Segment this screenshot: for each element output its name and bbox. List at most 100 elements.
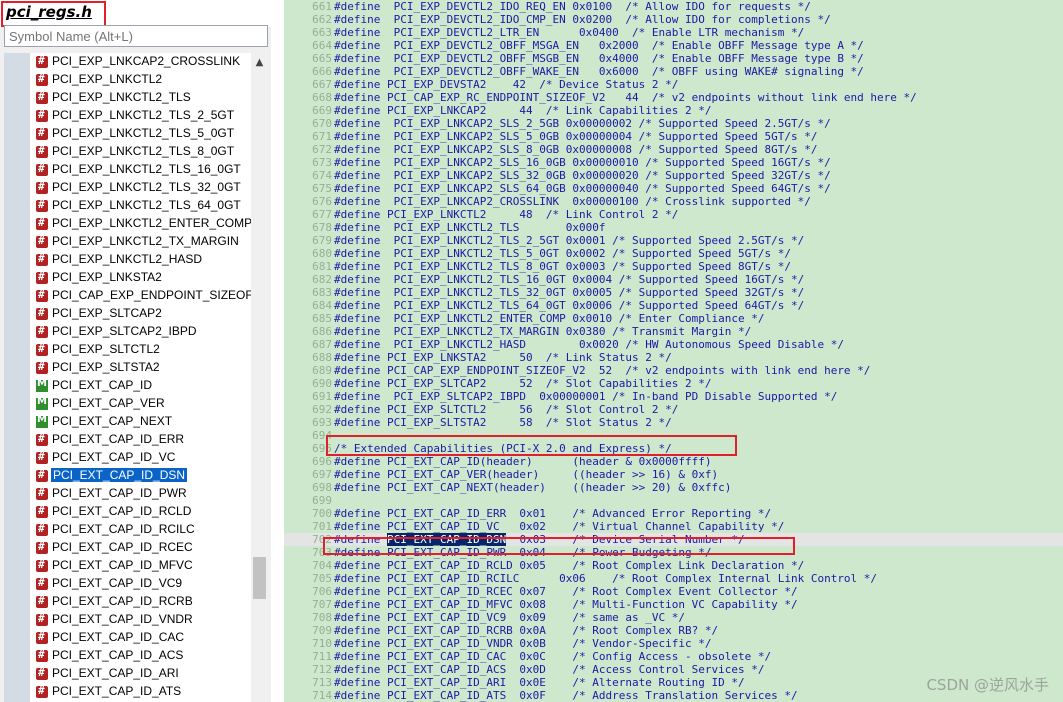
code-line[interactable]: 667 #define PCI_EXP_DEVSTA2 42 /* Device …: [284, 78, 1063, 91]
code-line[interactable]: 686 #define PCI_EXP_LNKCTL2_TX_MARGIN 0x0…: [284, 325, 1063, 338]
symbol-item[interactable]: PCI_EXT_CAP_ID_RCRB: [30, 593, 251, 611]
code-line[interactable]: 681 #define PCI_EXP_LNKCTL2_TLS_8_0GT 0x0…: [284, 260, 1063, 273]
line-number: 678: [312, 221, 332, 234]
define-icon: [36, 342, 48, 356]
code-line[interactable]: 668 #define PCI_CAP_EXP_RC_ENDPOINT_SIZEO…: [284, 91, 1063, 104]
code-line[interactable]: 661 #define PCI_EXP_DEVCTL2_IDO_REQ_EN 0x…: [284, 0, 1063, 13]
code-line[interactable]: 666 #define PCI_EXP_DEVCTL2_OBFF_WAKE_EN …: [284, 65, 1063, 78]
symbol-item[interactable]: PCI_EXT_CAP_ID_ATS: [30, 683, 251, 701]
code-line[interactable]: 688 #define PCI_EXP_LNKSTA2 50 /* Link St…: [284, 351, 1063, 364]
code-line[interactable]: 664 #define PCI_EXP_DEVCTL2_OBFF_MSGA_EN …: [284, 39, 1063, 52]
code-line[interactable]: 710 #define PCI_EXT_CAP_ID_VNDR 0x0B /* V…: [284, 637, 1063, 650]
code-editor[interactable]: 661 #define PCI_EXP_DEVCTL2_IDO_REQ_EN 0x…: [284, 0, 1063, 702]
symbol-item[interactable]: PCI_EXT_CAP_ID_RCILC: [30, 521, 251, 539]
code-line[interactable]: 696 #define PCI_EXT_CAP_ID(header) (heade…: [284, 455, 1063, 468]
symbol-item[interactable]: PCI_EXP_SLTCTL2: [30, 341, 251, 359]
symbol-item[interactable]: PCI_EXP_LNKCTL2_HASD: [30, 251, 251, 269]
code-line[interactable]: 672 #define PCI_EXP_LNKCAP2_SLS_8_0GB 0x0…: [284, 143, 1063, 156]
symbol-item[interactable]: PCI_EXP_LNKCTL2_TLS_16_0GT: [30, 161, 251, 179]
symbol-label: PCI_EXT_CAP_ID_RCEC: [52, 540, 193, 554]
code-line[interactable]: 704 #define PCI_EXT_CAP_ID_RCLD 0x05 /* R…: [284, 559, 1063, 572]
symbol-label: PCI_EXT_CAP_NEXT: [52, 414, 173, 428]
code-line[interactable]: 677 #define PCI_EXP_LNKCTL2 48 /* Link Co…: [284, 208, 1063, 221]
symbol-item[interactable]: PCI_EXP_LNKCTL2_TX_MARGIN: [30, 233, 251, 251]
symbol-list-scrollbar[interactable]: ▲: [251, 53, 268, 702]
code-line[interactable]: 675 #define PCI_EXP_LNKCAP2_SLS_64_0GB 0x…: [284, 182, 1063, 195]
symbol-item[interactable]: PCI_EXP_LNKCTL2_TLS_2_5GT: [30, 107, 251, 125]
code-line[interactable]: 684 #define PCI_EXP_LNKCTL2_TLS_64_0GT 0x…: [284, 299, 1063, 312]
symbol-item[interactable]: PCI_EXP_SLTCAP2_IBPD: [30, 323, 251, 341]
symbol-item[interactable]: PCI_EXT_CAP_ID_ERR: [30, 431, 251, 449]
symbol-item[interactable]: PCI_EXP_SLTSTA2: [30, 359, 251, 377]
symbol-item[interactable]: PCI_EXT_CAP_NEXT: [30, 413, 251, 431]
symbol-item[interactable]: PCI_EXP_LNKCTL2_TLS_32_0GT: [30, 179, 251, 197]
code-line[interactable]: 707 #define PCI_EXT_CAP_ID_MFVC 0x08 /* M…: [284, 598, 1063, 611]
symbol-item[interactable]: PCI_EXP_LNKCTL2: [30, 71, 251, 89]
code-line[interactable]: 706 #define PCI_EXT_CAP_ID_RCEC 0x07 /* R…: [284, 585, 1063, 598]
code-line[interactable]: 701 #define PCI_EXT_CAP_ID_VC 0x02 /* Vir…: [284, 520, 1063, 533]
code-line[interactable]: 670 #define PCI_EXP_LNKCAP2_SLS_2_5GB 0x0…: [284, 117, 1063, 130]
symbol-item[interactable]: PCI_EXT_CAP_ID_RCLD: [30, 503, 251, 521]
code-line[interactable]: 693 #define PCI_EXP_SLTSTA2 58 /* Slot St…: [284, 416, 1063, 429]
code-line[interactable]: 673 #define PCI_EXP_LNKCAP2_SLS_16_0GB 0x…: [284, 156, 1063, 169]
code-line[interactable]: 698 #define PCI_EXT_CAP_NEXT(header) ((he…: [284, 481, 1063, 494]
symbol-item[interactable]: PCI_EXP_LNKCTL2_TLS_8_0GT: [30, 143, 251, 161]
symbol-item[interactable]: PCI_CAP_EXP_ENDPOINT_SIZEOF_V: [30, 287, 251, 305]
symbol-item[interactable]: PCI_EXP_LNKSTA2: [30, 269, 251, 287]
line-number: 707: [312, 598, 332, 611]
symbol-item[interactable]: PCI_EXT_CAP_ID_PWR: [30, 485, 251, 503]
symbol-item[interactable]: PCI_EXT_CAP_ID_RCEC: [30, 539, 251, 557]
code-line[interactable]: 685 #define PCI_EXP_LNKCTL2_ENTER_COMP 0x…: [284, 312, 1063, 325]
code-line[interactable]: 671 #define PCI_EXP_LNKCAP2_SLS_5_0GB 0x0…: [284, 130, 1063, 143]
symbol-item[interactable]: PCI_EXT_CAP_ID: [30, 377, 251, 395]
code-line[interactable]: 689 #define PCI_CAP_EXP_ENDPOINT_SIZEOF_V…: [284, 364, 1063, 377]
code-text: #define PCI_EXT_CAP_ID_VC9 0x09 /* same …: [334, 611, 685, 624]
symbol-search-input[interactable]: [4, 25, 268, 47]
code-line[interactable]: 709 #define PCI_EXT_CAP_ID_RCRB 0x0A /* R…: [284, 624, 1063, 637]
code-text: #define PCI_EXT_CAP_ID_ERR 0x01 /* Advan…: [334, 507, 772, 520]
code-line[interactable]: 705 #define PCI_EXT_CAP_ID_RCILC 0x06 /* …: [284, 572, 1063, 585]
symbol-item[interactable]: PCI_EXT_CAP_ID_ARI: [30, 665, 251, 683]
code-line[interactable]: 678 #define PCI_EXP_LNKCTL2_TLS 0x000f: [284, 221, 1063, 234]
symbol-item[interactable]: PCI_EXT_CAP_ID_VNDR: [30, 611, 251, 629]
code-line[interactable]: 692 #define PCI_EXP_SLTCTL2 56 /* Slot Co…: [284, 403, 1063, 416]
symbol-item[interactable]: PCI_EXT_CAP_VER: [30, 395, 251, 413]
code-line[interactable]: 683 #define PCI_EXP_LNKCTL2_TLS_32_0GT 0x…: [284, 286, 1063, 299]
symbol-item[interactable]: PCI_EXP_LNKCTL2_ENTER_COMP: [30, 215, 251, 233]
symbol-item[interactable]: PCI_EXP_LNKCTL2_TLS_64_0GT: [30, 197, 251, 215]
code-line[interactable]: 680 #define PCI_EXP_LNKCTL2_TLS_5_0GT 0x0…: [284, 247, 1063, 260]
code-line[interactable]: 687 #define PCI_EXP_LNKCTL2_HASD 0x0020 /…: [284, 338, 1063, 351]
symbol-label: PCI_EXT_CAP_ID_VNDR: [52, 612, 193, 626]
symbol-item[interactable]: PCI_EXP_LNKCTL2_TLS: [30, 89, 251, 107]
code-line[interactable]: 679 #define PCI_EXP_LNKCTL2_TLS_2_5GT 0x0…: [284, 234, 1063, 247]
code-line[interactable]: 697 #define PCI_EXT_CAP_VER(header) ((hea…: [284, 468, 1063, 481]
symbol-item[interactable]: PCI_EXT_CAP_ID_MFVC: [30, 557, 251, 575]
code-line[interactable]: 662 #define PCI_EXP_DEVCTL2_IDO_CMP_EN 0x…: [284, 13, 1063, 26]
code-line[interactable]: 690 #define PCI_EXP_SLTCAP2 52 /* Slot Ca…: [284, 377, 1063, 390]
code-text: #define PCI_EXP_LNKCAP2_CROSSLINK 0x0000…: [334, 195, 811, 208]
symbol-item[interactable]: PCI_EXT_CAP_ID_VC: [30, 449, 251, 467]
code-line[interactable]: 682 #define PCI_EXP_LNKCTL2_TLS_16_0GT 0x…: [284, 273, 1063, 286]
code-line[interactable]: 674 #define PCI_EXP_LNKCAP2_SLS_32_0GB 0x…: [284, 169, 1063, 182]
code-line[interactable]: 711 #define PCI_EXT_CAP_ID_CAC 0x0C /* Co…: [284, 650, 1063, 663]
symbol-item[interactable]: PCI_EXP_SLTCAP2: [30, 305, 251, 323]
symbol-label: PCI_EXT_CAP_ID_ARI: [52, 666, 179, 680]
symbol-label: PCI_EXT_CAP_ID_RCRB: [52, 594, 193, 608]
code-line[interactable]: 669 #define PCI_EXP_LNKCAP2 44 /* Link Ca…: [284, 104, 1063, 117]
scroll-up-icon[interactable]: ▲: [251, 53, 268, 73]
symbol-item[interactable]: PCI_EXT_CAP_ID_VC9: [30, 575, 251, 593]
code-line[interactable]: 691 #define PCI_EXP_SLTCAP2_IBPD 0x000000…: [284, 390, 1063, 403]
line-number: 686: [312, 325, 332, 338]
symbol-item[interactable]: PCI_EXT_CAP_ID_CAC: [30, 629, 251, 647]
symbol-item[interactable]: PCI_EXT_CAP_ID_DSN: [30, 467, 251, 485]
symbol-item[interactable]: PCI_EXT_CAP_ID_ACS: [30, 647, 251, 665]
symbol-item[interactable]: PCI_EXP_LNKCTL2_TLS_5_0GT: [30, 125, 251, 143]
code-line[interactable]: 708 #define PCI_EXT_CAP_ID_VC9 0x09 /* sa…: [284, 611, 1063, 624]
code-line[interactable]: 700 #define PCI_EXT_CAP_ID_ERR 0x01 /* Ad…: [284, 507, 1063, 520]
symbol-item[interactable]: PCI_EXP_LNKCAP2_CROSSLINK: [30, 53, 251, 71]
code-line[interactable]: 665 #define PCI_EXP_DEVCTL2_OBFF_MSGB_EN …: [284, 52, 1063, 65]
code-line[interactable]: 663 #define PCI_EXP_DEVCTL2_LTR_EN 0x0400…: [284, 26, 1063, 39]
code-line[interactable]: 676 #define PCI_EXP_LNKCAP2_CROSSLINK 0x0…: [284, 195, 1063, 208]
code-line[interactable]: 699: [284, 494, 1063, 507]
scrollbar-thumb[interactable]: [253, 557, 266, 599]
